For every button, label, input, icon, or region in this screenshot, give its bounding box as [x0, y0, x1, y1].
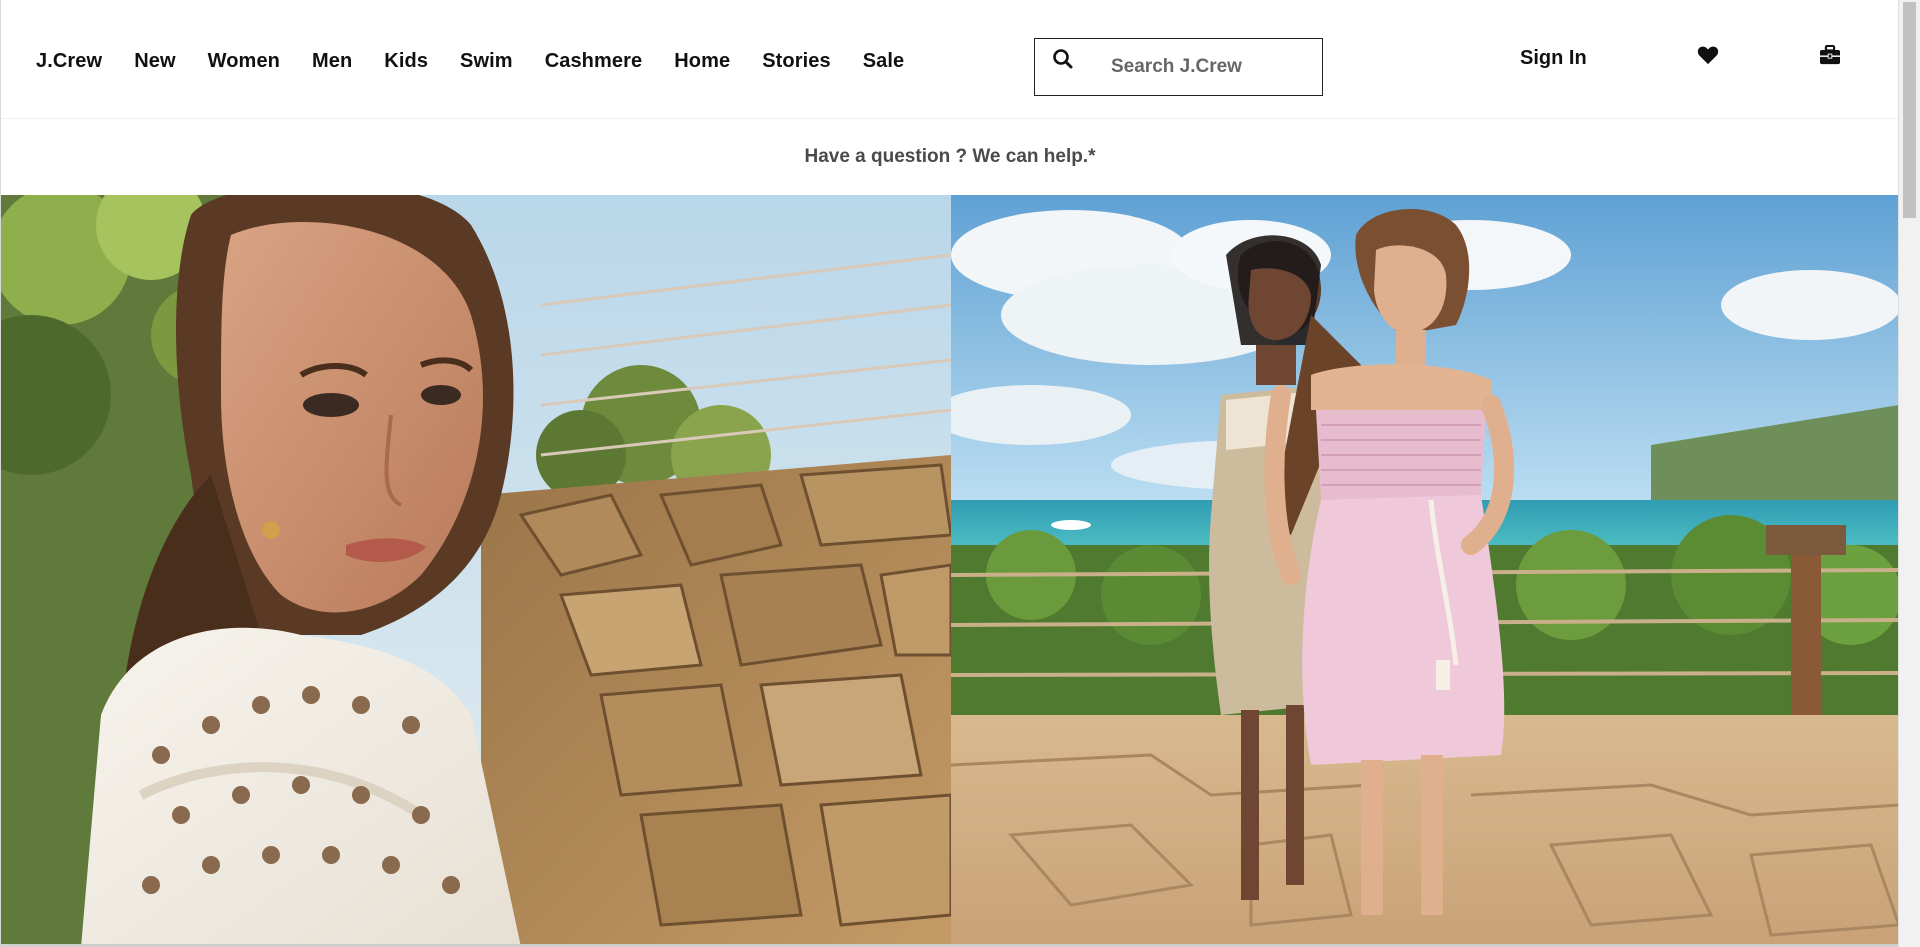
nav-item-stories[interactable]: Stories — [762, 50, 831, 73]
nav-item-jcrew[interactable]: J.Crew — [36, 50, 102, 73]
sign-in-link[interactable]: Sign In — [1520, 47, 1587, 70]
site-header: J.Crew New Women Men Kids Swim Cashmere … — [1, 0, 1899, 119]
page: J.Crew New Women Men Kids Swim Cashmere … — [0, 0, 1899, 947]
hero-photo-seaside-dresses — [951, 195, 1899, 947]
vertical-scrollbar[interactable] — [1898, 0, 1920, 947]
search-input[interactable] — [1111, 51, 1311, 83]
nav-item-sale[interactable]: Sale — [863, 50, 905, 73]
search-box[interactable] — [1034, 38, 1323, 96]
search-icon[interactable] — [1051, 47, 1075, 71]
hero-photo-eyelet-dress — [1, 195, 951, 947]
nav-item-home[interactable]: Home — [674, 50, 730, 73]
nav-item-women[interactable]: Women — [208, 50, 280, 73]
nav-item-kids[interactable]: Kids — [384, 50, 428, 73]
heart-icon[interactable] — [1697, 45, 1719, 65]
hero-image-right[interactable] — [951, 195, 1899, 947]
nav-item-cashmere[interactable]: Cashmere — [545, 50, 643, 73]
scrollbar-thumb[interactable] — [1903, 2, 1916, 218]
nav-item-swim[interactable]: Swim — [460, 50, 513, 73]
shopping-bag-icon[interactable] — [1819, 45, 1841, 65]
help-link[interactable]: Have a question ? We can help.* — [804, 146, 1095, 168]
promo-banner: Have a question ? We can help.* — [1, 119, 1899, 195]
nav-item-new[interactable]: New — [134, 50, 175, 73]
main-nav: J.Crew New Women Men Kids Swim Cashmere … — [36, 50, 936, 73]
nav-item-men[interactable]: Men — [312, 50, 352, 73]
hero-image-left[interactable] — [1, 195, 951, 947]
